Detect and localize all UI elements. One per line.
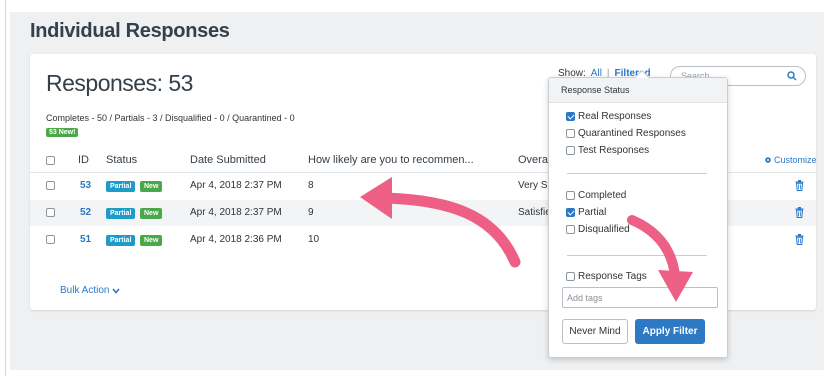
- checkbox-real-responses[interactable]: [566, 112, 575, 121]
- column-id[interactable]: ID: [78, 154, 89, 166]
- new-badge: New: [140, 181, 163, 192]
- row-checkbox[interactable]: [46, 181, 55, 190]
- bulk-action-menu[interactable]: Bulk Action: [60, 285, 121, 296]
- bulk-action-label: Bulk Action: [60, 285, 110, 296]
- column-likely-recommend[interactable]: How likely are you to recommen...: [308, 154, 474, 166]
- checkbox-partial[interactable]: [566, 208, 575, 217]
- response-id-link[interactable]: 52: [80, 207, 91, 218]
- response-id-link[interactable]: 53: [80, 180, 91, 191]
- recommend-score: 8: [308, 180, 314, 191]
- status-partial-badge: Partial: [106, 208, 136, 219]
- checkbox-completed[interactable]: [566, 191, 575, 200]
- trash-icon[interactable]: [795, 234, 804, 245]
- date-submitted: Apr 4, 2018 2:36 PM: [190, 234, 282, 245]
- customize-label: Customize: [774, 155, 817, 165]
- response-id-link[interactable]: 51: [80, 234, 91, 245]
- checkbox-test-responses[interactable]: [566, 146, 575, 155]
- recommend-score: 9: [308, 207, 314, 218]
- column-date-submitted[interactable]: Date Submitted: [190, 154, 266, 166]
- gear-icon: [765, 157, 771, 163]
- search-icon[interactable]: [787, 71, 797, 81]
- never-mind-button[interactable]: Never Mind: [562, 319, 628, 344]
- option-label: Disqualified: [578, 224, 630, 235]
- trash-icon[interactable]: [795, 180, 804, 191]
- row-checkbox[interactable]: [46, 208, 55, 217]
- recommend-score: 10: [308, 234, 320, 245]
- option-label: Response Tags: [578, 271, 647, 282]
- select-all-checkbox[interactable]: [46, 156, 55, 165]
- filter-completed[interactable]: Completed: [566, 190, 626, 201]
- filter-real-responses[interactable]: Real Responses: [566, 111, 651, 122]
- option-label: Completed: [578, 190, 627, 201]
- customize-button[interactable]: Customize: [764, 155, 817, 165]
- filter-partial[interactable]: Partial: [566, 207, 606, 218]
- new-responses-badge: 53 New!: [46, 128, 79, 137]
- checkbox-quarantined-responses[interactable]: [566, 129, 575, 138]
- filter-response-tags[interactable]: Response Tags: [566, 271, 647, 282]
- response-status-header: Response Status: [549, 78, 727, 103]
- status-partial-badge: Partial: [106, 235, 136, 246]
- responses-count-title: Responses: 53: [46, 70, 193, 96]
- response-filter-dropdown: Response Status Real Responses Quarantin…: [548, 69, 728, 358]
- page-title: Individual Responses: [30, 20, 230, 42]
- date-submitted: Apr 4, 2018 2:37 PM: [190, 207, 282, 218]
- apply-filter-button[interactable]: Apply Filter: [635, 319, 705, 344]
- filter-quarantined-responses[interactable]: Quarantined Responses: [566, 128, 686, 139]
- response-summary: Completes - 50 / Partials - 3 / Disquali…: [46, 113, 295, 123]
- divider: [567, 255, 707, 256]
- row-checkbox[interactable]: [46, 235, 55, 244]
- filter-disqualified[interactable]: Disqualified: [566, 224, 630, 235]
- filter-test-responses[interactable]: Test Responses: [566, 145, 649, 156]
- left-divider: [5, 0, 6, 376]
- checkbox-response-tags[interactable]: [566, 272, 575, 281]
- trash-icon[interactable]: [795, 207, 804, 218]
- chevron-down-icon: [112, 287, 121, 294]
- new-badge: New: [140, 208, 163, 219]
- option-label: Partial: [578, 207, 607, 218]
- option-label: Test Responses: [578, 145, 650, 156]
- add-tags-input[interactable]: Add tags: [562, 287, 718, 308]
- option-label: Quarantined Responses: [578, 128, 686, 139]
- option-label: Real Responses: [578, 111, 652, 122]
- date-submitted: Apr 4, 2018 2:37 PM: [190, 180, 282, 191]
- status-partial-badge: Partial: [106, 181, 136, 192]
- new-badge: New: [140, 235, 163, 246]
- divider: [567, 173, 707, 174]
- column-status[interactable]: Status: [106, 154, 137, 166]
- checkbox-disqualified[interactable]: [566, 225, 575, 234]
